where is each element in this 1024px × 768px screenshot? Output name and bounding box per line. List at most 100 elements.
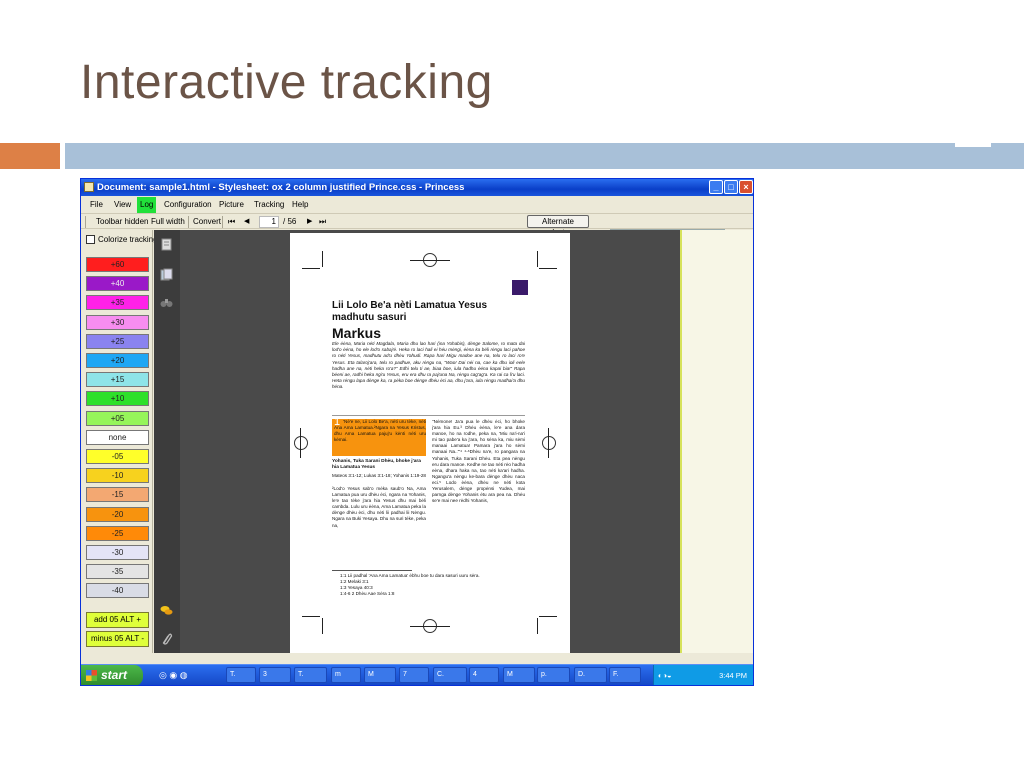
registration-mark-icon — [542, 436, 556, 450]
taskbar-button[interactable]: 3 — [259, 667, 291, 683]
menu-file[interactable]: File — [87, 197, 106, 213]
tray-icons[interactable]: ◐◑◒ — [654, 665, 672, 685]
swatch-button[interactable]: -05 — [86, 449, 149, 464]
accent-bar-orange — [0, 143, 60, 169]
document-icon[interactable] — [160, 238, 173, 251]
page-number-input[interactable]: 1 — [259, 216, 279, 228]
toolbar-grip — [85, 216, 86, 228]
swatch-button[interactable]: -40 — [86, 583, 149, 599]
swatch-button[interactable]: -35 — [86, 564, 149, 580]
column-1-body: ²Lod'o Yesus sab'o mėka saub'o Na, Ama L… — [332, 486, 426, 528]
pages-icon[interactable] — [160, 268, 173, 281]
close-button[interactable]: × — [739, 180, 753, 194]
minimize-button[interactable]: _ — [709, 180, 723, 194]
first-page-icon[interactable]: ⏮ — [228, 214, 235, 230]
maximize-button[interactable]: □ — [724, 180, 738, 194]
swatch-button[interactable]: +15 — [86, 372, 149, 388]
swatch-button[interactable]: -10 — [86, 468, 149, 484]
swatch-button[interactable]: +05 — [86, 410, 149, 426]
crop-mark — [539, 616, 557, 617]
document-heading: Lii Lolo Be'a nèti Lamatua Yesus madhutu… — [332, 300, 488, 323]
crop-mark — [537, 251, 538, 267]
swatch-button[interactable]: +30 — [86, 314, 149, 330]
add-05-button[interactable]: add 05 ALT + — [86, 612, 149, 628]
menu-picture[interactable]: Picture — [216, 197, 247, 213]
swatch-button[interactable]: +40 — [86, 276, 149, 292]
menu-help[interactable]: Help — [289, 197, 311, 213]
taskbar-button[interactable]: M — [364, 667, 396, 683]
full-width-button[interactable]: Full width — [151, 214, 185, 230]
windows-logo-icon — [86, 670, 97, 681]
registration-line — [300, 428, 301, 458]
footnote-rule — [332, 570, 412, 571]
taskbar-button[interactable]: T. — [226, 667, 256, 683]
menu-view[interactable]: View — [111, 197, 134, 213]
toolbar-separator — [188, 216, 189, 228]
toolbar-hidden-button[interactable]: Toolbar hidden — [96, 214, 148, 230]
swatch-button[interactable]: -20 — [86, 506, 149, 522]
start-button[interactable]: start — [81, 665, 143, 685]
taskbar-button[interactable]: 7 — [399, 667, 429, 683]
accent-bar-blue — [65, 143, 1024, 169]
registration-line — [410, 626, 450, 627]
crop-mark — [322, 618, 323, 634]
swatch-button[interactable]: +10 — [86, 391, 149, 407]
taskbar-button[interactable]: 4 — [469, 667, 499, 683]
taskbar-button[interactable]: D. — [574, 667, 607, 683]
taskbar-button[interactable]: T. — [294, 667, 327, 683]
document-viewer[interactable]: Lii Lolo Be'a nèti Lamatua Yesus madhutu… — [180, 230, 680, 653]
section-refs: Mateos 3:1-12; Lukas 3:1-18; Yohanis 1:1… — [332, 473, 426, 478]
taskbar-button[interactable]: C. — [433, 667, 467, 683]
checkbox-icon — [86, 235, 95, 245]
swatch-button[interactable]: +60 — [86, 257, 149, 272]
accent-bar-tab — [955, 139, 991, 147]
swatch-button[interactable]: none — [86, 429, 149, 445]
system-tray: ◐◑◒ 3:44 PM — [653, 665, 753, 685]
colorize-tracking-label: Colorize tracking — [98, 235, 158, 244]
menu-bar: File View Log Configuration Picture Trac… — [81, 197, 753, 230]
highlighted-verse[interactable]: 1 'Nė'e ne, Lii Lolo Be'a, nėti uru tėke,… — [332, 419, 426, 456]
divider — [332, 415, 525, 416]
taskbar-button[interactable]: p. — [537, 667, 570, 683]
column-2-body: "Nėmone! Ja'a pua le dhėu ėci, ho bhoke … — [432, 419, 525, 504]
page-total: / 56 — [283, 217, 297, 226]
colorize-tracking-checkbox[interactable]: Colorize tracking — [86, 235, 158, 245]
menu-tracking[interactable]: Tracking — [251, 197, 287, 213]
taskbar-button[interactable]: m — [331, 667, 361, 683]
app-window: Document: sample1.html - Stylesheet: ox … — [80, 178, 754, 686]
title-bar[interactable]: Document: sample1.html - Stylesheet: ox … — [81, 179, 753, 196]
footnotes: 1:1 Lii padhal 'Ana Ama Lamatua' ėbhu bo… — [340, 573, 525, 597]
crop-mark — [537, 618, 538, 634]
icon-strip — [154, 230, 180, 653]
clock: 3:44 PM — [719, 671, 747, 680]
right-pane — [680, 230, 753, 653]
binoculars-icon[interactable] — [160, 296, 173, 309]
swatch-button[interactable]: +35 — [86, 295, 149, 311]
swatch-button[interactable]: +25 — [86, 333, 149, 349]
menu-log[interactable]: Log — [137, 197, 157, 213]
tracking-panel: Colorize tracking +60 +40 +35 +30 +25 +20 +15 +… — [81, 230, 158, 653]
crop-mark — [302, 268, 320, 269]
registration-mark-icon — [294, 436, 308, 450]
convert-button[interactable]: Convert — [193, 214, 221, 230]
last-page-icon[interactable]: ⏭ — [319, 214, 326, 230]
taskbar-button[interactable]: M — [503, 667, 535, 683]
crop-mark — [302, 616, 320, 617]
paperclip-icon[interactable] — [160, 632, 173, 645]
quick-launch[interactable]: ◎ ◉ ◍ — [159, 669, 205, 682]
swatch-button[interactable]: -15 — [86, 487, 149, 503]
swatch-button[interactable]: +20 — [86, 353, 149, 368]
highlighted-verse-text: 'Nė'e ne, Lii Lolo Be'a, nėti uru tėke, … — [334, 419, 426, 443]
minus-05-button[interactable]: minus 05 ALT - — [86, 631, 149, 647]
swatch-button[interactable]: -25 — [86, 525, 149, 541]
next-page-icon[interactable]: ▶ — [307, 214, 312, 230]
taskbar-button[interactable]: F. — [609, 667, 641, 683]
section-heading: Yohanis, Tuka Sarani Dhėu, bhoke j'ara h… — [332, 459, 421, 470]
prev-page-icon[interactable]: ◀ — [244, 214, 249, 230]
footnote: 1:4-6 2 Dhėu Aae Sėra 1:8 — [340, 591, 395, 596]
comments-icon[interactable] — [160, 604, 173, 617]
alternate-selector-button[interactable]: Alternate selector — [527, 215, 589, 237]
swatch-button[interactable]: -30 — [86, 545, 149, 560]
toolbar: Toolbar hidden Full width Convert ⏮ ◀ 1 … — [81, 213, 753, 237]
menu-configuration[interactable]: Configuration — [161, 197, 215, 213]
